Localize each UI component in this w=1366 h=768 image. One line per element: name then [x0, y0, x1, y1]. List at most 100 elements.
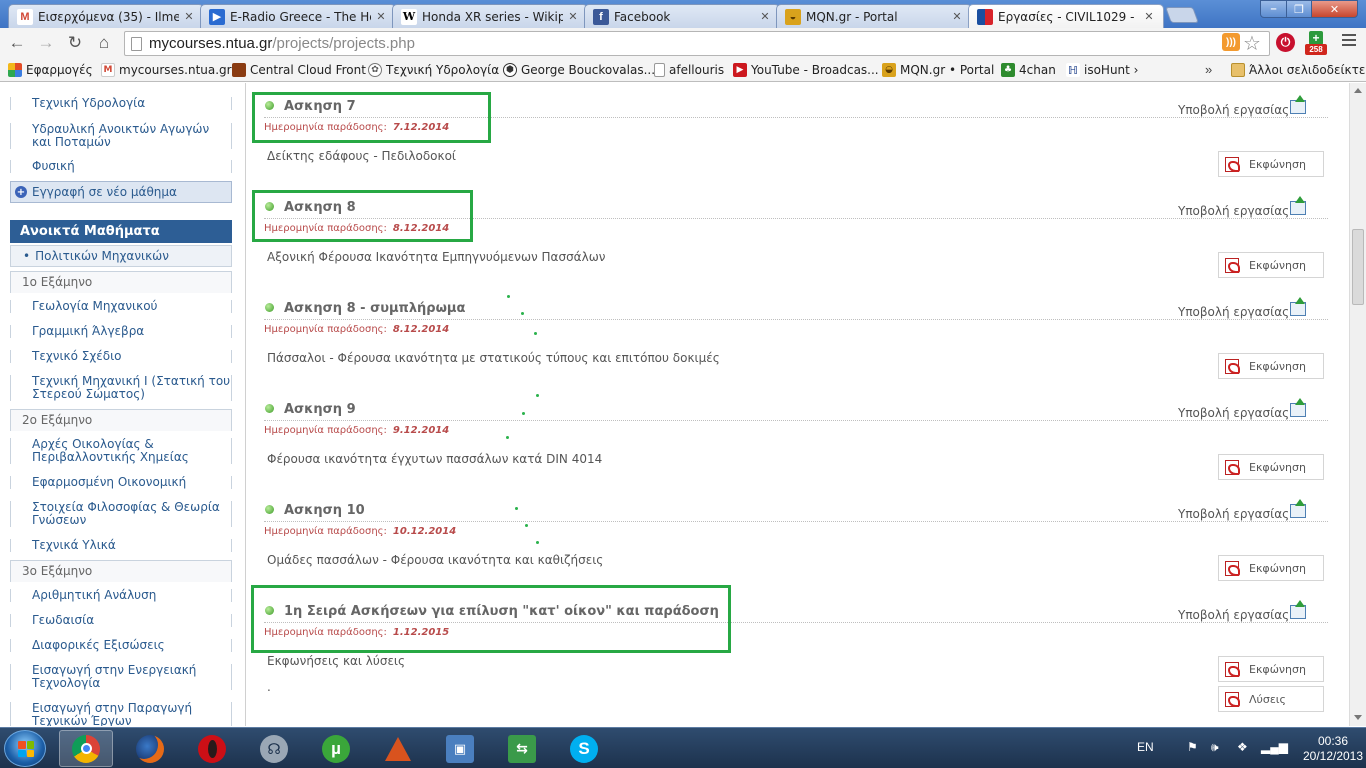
status-dot-icon	[265, 404, 274, 413]
star-icon[interactable]: ☆	[1243, 31, 1261, 56]
taskbar-firefox[interactable]	[123, 730, 177, 767]
statement-file-button[interactable]: Εκφώνηση	[1218, 656, 1324, 682]
forward-arrow-icon[interactable]: →	[35, 32, 57, 54]
sidebar-item-open-channel[interactable]: Υδραυλική Ανοικτών Αγωγών και Ποταμών	[10, 123, 232, 149]
sidebar-course[interactable]: Τεχνική Μηχανική Ι (Στατική του Στερεού …	[10, 375, 232, 401]
bookmark-central-cloud-front[interactable]: Central Cloud Front	[232, 62, 366, 78]
extension-badge-icon[interactable]: + 258	[1305, 31, 1327, 55]
rss-icon[interactable]: )))	[1222, 33, 1240, 51]
taskbar-matlab[interactable]	[371, 730, 425, 767]
file-label: Λύσεις	[1249, 692, 1286, 706]
upload-icon[interactable]	[1290, 398, 1306, 417]
department-link[interactable]: • Πολιτικών Μηχανικών	[10, 245, 232, 267]
bookmark-apps[interactable]: Εφαρμογές	[8, 62, 93, 78]
sidebar-course[interactable]: Στοιχεία Φιλοσοφίας & Θεωρία Γνώσεων	[10, 501, 232, 527]
bookmark-isohunt[interactable]: ℍ isoHunt ›	[1066, 62, 1138, 78]
taskbar-chrome[interactable]	[59, 730, 113, 767]
start-button[interactable]	[4, 730, 46, 767]
new-tab-button[interactable]	[1165, 7, 1199, 23]
taskbar-transfer[interactable]: ⇆	[495, 730, 549, 767]
bookmark-afellouris[interactable]: afellouris	[654, 62, 724, 78]
sidebar-course[interactable]: Διαφορικές Εξισώσεις	[10, 639, 232, 652]
taskbar-network[interactable]: ▣	[433, 730, 487, 767]
solutions-file-button[interactable]: Λύσεις	[1218, 686, 1324, 712]
scrollbar-thumb[interactable]	[1352, 229, 1364, 305]
vertical-scrollbar[interactable]	[1349, 83, 1366, 726]
bookmark-youtube[interactable]: ▶ YouTube - Broadcas...	[733, 62, 879, 78]
taskbar-headset[interactable]: ☊	[247, 730, 301, 767]
sidebar-course[interactable]: Γεωδαισία	[10, 614, 232, 627]
bookmark-4chan[interactable]: ♣ 4chan	[1001, 62, 1056, 78]
tab-gmail[interactable]: M Εισερχόμενα (35) - Ilmech ✕	[8, 4, 204, 28]
annotation-dot	[525, 524, 528, 527]
dropbox-icon[interactable]: ❖	[1237, 740, 1248, 754]
upload-icon[interactable]	[1290, 95, 1306, 114]
home-icon[interactable]: ⌂	[93, 32, 115, 54]
sidebar-course[interactable]: Εφαρμοσμένη Οικονομική	[10, 476, 232, 489]
upload-icon[interactable]	[1290, 196, 1306, 215]
submit-assignment-link[interactable]: Υποβολή εργασίας	[1178, 305, 1289, 319]
submit-assignment-link[interactable]: Υποβολή εργασίας	[1178, 507, 1289, 521]
tab-wikipedia[interactable]: W Honda XR series - Wikiped ✕	[392, 4, 588, 28]
close-window-button[interactable]: ✕	[1311, 0, 1358, 18]
submit-assignment-link[interactable]: Υποβολή εργασίας	[1178, 103, 1289, 117]
reload-icon[interactable]: ↻	[64, 32, 86, 54]
submit-assignment-link[interactable]: Υποβολή εργασίας	[1178, 608, 1289, 622]
network-signal-icon[interactable]: ▂▄▆	[1261, 740, 1288, 754]
play-icon: ▶	[209, 8, 225, 25]
sidebar-course[interactable]: Εισαγωγή στην Παραγωγή Τεχνικών Έργων	[10, 702, 232, 726]
tab-eradio[interactable]: ▶ E-Radio Greece - The Hell ✕	[200, 4, 396, 28]
statement-file-button[interactable]: Εκφώνηση	[1218, 555, 1324, 581]
volume-icon[interactable]: 🕪	[1211, 740, 1219, 755]
tab-mqn[interactable]: ◒ MQN.gr - Portal ✕	[776, 4, 972, 28]
sidebar-course[interactable]: Τεχνικά Υλικά	[10, 539, 232, 552]
taskbar-utorrent[interactable]: µ	[309, 730, 363, 767]
flag-notification-icon[interactable]: ⚑	[1187, 740, 1198, 754]
language-indicator[interactable]: EN	[1137, 740, 1154, 754]
menu-icon[interactable]	[1342, 34, 1356, 48]
statement-file-button[interactable]: Εκφώνηση	[1218, 454, 1324, 480]
sidebar-course[interactable]: Αριθμητική Ανάλυση	[10, 589, 232, 602]
tab-civil1029[interactable]: Εργασίες - CIVIL1029 - my ✕	[968, 4, 1164, 28]
sidebar-course[interactable]: Εισαγωγή στην Ενεργειακή Τεχνολογία	[10, 664, 232, 690]
address-bar[interactable]: mycourses.ntua.gr/projects/projects.php	[124, 31, 1270, 56]
bookmarks-bar: Εφαρμογές M mycourses.ntua.gr Central Cl…	[0, 58, 1366, 82]
close-icon[interactable]: ✕	[183, 10, 195, 23]
statement-file-button[interactable]: Εκφώνηση	[1218, 353, 1324, 379]
adblock-icon[interactable]: ⏻	[1276, 33, 1295, 52]
scroll-up-arrow-icon[interactable]	[1354, 88, 1362, 93]
tab-facebook[interactable]: f Facebook ✕	[584, 4, 780, 28]
bookmark-hydrology[interactable]: ✿ Τεχνική Υδρολογία	[368, 62, 499, 78]
sidebar-course[interactable]: Αρχές Οικολογίας & Περιβαλλοντικής Χημεί…	[10, 438, 232, 464]
taskbar-opera[interactable]	[185, 730, 239, 767]
close-icon[interactable]: ✕	[759, 10, 771, 23]
minimize-button[interactable]: –	[1260, 0, 1287, 18]
statement-file-button[interactable]: Εκφώνηση	[1218, 252, 1324, 278]
upload-icon[interactable]	[1290, 297, 1306, 316]
scroll-down-arrow-icon[interactable]	[1354, 715, 1362, 720]
close-icon[interactable]: ✕	[1143, 10, 1155, 23]
close-icon[interactable]: ✕	[375, 10, 387, 23]
upload-icon[interactable]	[1290, 499, 1306, 518]
sidebar-course[interactable]: Γραμμική Άλγεβρα	[10, 325, 232, 338]
register-course-link[interactable]: + Εγγραφή σε νέο μάθημα	[10, 181, 232, 203]
bookmark-bouckovalas[interactable]: ⬢ George Bouckovalas...	[503, 62, 655, 78]
taskbar-skype[interactable]: S	[557, 730, 611, 767]
sidebar-course[interactable]: Γεωλογία Μηχανικού	[10, 300, 232, 313]
other-bookmarks-folder[interactable]: Άλλοι σελιδοδείκτες	[1231, 62, 1366, 78]
sidebar-course[interactable]: Τεχνικό Σχέδιο	[10, 350, 232, 363]
maximize-button[interactable]: ❐	[1286, 0, 1312, 18]
system-clock[interactable]: 00:36 20/12/2013	[1300, 734, 1366, 764]
upload-icon[interactable]	[1290, 600, 1306, 619]
close-icon[interactable]: ✕	[567, 10, 579, 23]
bookmarks-overflow-button[interactable]: »	[1205, 62, 1212, 77]
close-icon[interactable]: ✕	[951, 10, 963, 23]
sidebar-item-hydrology[interactable]: Τεχνική Υδρολογία	[10, 97, 232, 110]
submit-assignment-link[interactable]: Υποβολή εργασίας	[1178, 406, 1289, 420]
bookmark-mycourses[interactable]: M mycourses.ntua.gr	[101, 62, 232, 78]
statement-file-button[interactable]: Εκφώνηση	[1218, 151, 1324, 177]
submit-assignment-link[interactable]: Υποβολή εργασίας	[1178, 204, 1289, 218]
back-arrow-icon[interactable]: ←	[6, 32, 28, 54]
bookmark-mqn[interactable]: ◒ MQN.gr • Portal	[882, 62, 994, 78]
sidebar-item-physics[interactable]: Φυσική	[10, 160, 232, 173]
